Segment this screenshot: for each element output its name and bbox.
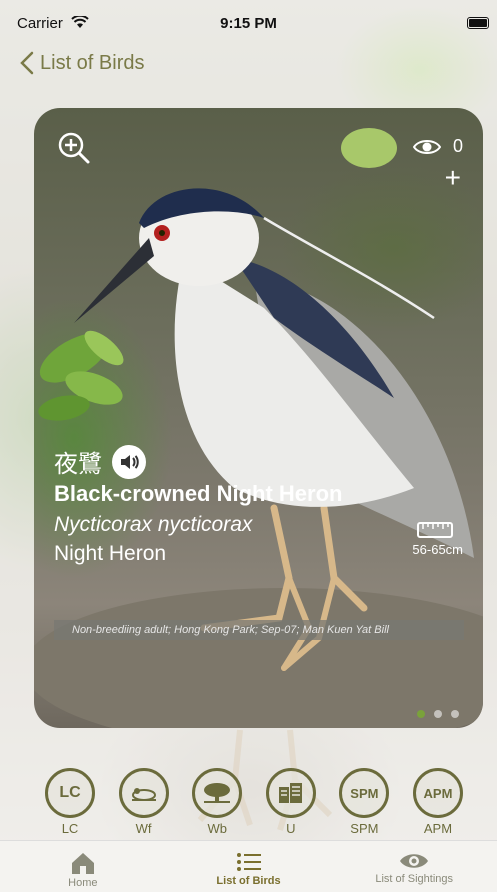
badge-label: APM: [423, 821, 453, 836]
badge-label: Wf: [135, 821, 152, 836]
chinese-name-row: 夜鷺: [54, 444, 146, 479]
plus-icon: +: [444, 162, 461, 193]
tab-label: List of Sightings: [375, 873, 453, 885]
eye-icon: [412, 139, 441, 154]
play-sound-button[interactable]: [112, 444, 146, 479]
common-name: Night Heron: [54, 542, 167, 565]
list-icon: [236, 853, 261, 871]
page-dot[interactable]: [451, 710, 459, 718]
chevron-left-icon: [20, 51, 34, 75]
spm-icon: SPM: [339, 768, 390, 818]
chinese-name: 夜鷺: [54, 450, 102, 478]
zoom-in-icon[interactable]: [56, 130, 92, 166]
page-indicator[interactable]: [417, 710, 459, 718]
navigation-bar: List of Birds: [0, 48, 497, 92]
clock: 9:15 PM: [220, 15, 277, 32]
badge-lc[interactable]: LC LC: [44, 768, 96, 838]
badge-label: Wb: [207, 821, 227, 836]
badge-wf[interactable]: Wf: [118, 768, 170, 838]
speaker-icon: [121, 454, 139, 469]
apm-icon: APM: [412, 768, 463, 818]
ruler-icon: [417, 522, 453, 538]
tab-bar: Home List of Birds List of Sightings: [0, 840, 497, 892]
tab-list-of-sightings[interactable]: List of Sightings: [331, 841, 497, 892]
status-badges: LC LC Wf Wb U SPM SPM APM APM: [44, 768, 464, 838]
woodland-icon: [192, 768, 243, 818]
bird-card[interactable]: 0 + 夜鷺 Black-crowned Night Heron Nyctico…: [34, 108, 483, 728]
photo-caption: Non-breediing adult; Hong Kong Park; Sep…: [54, 620, 464, 640]
badge-u[interactable]: U: [265, 768, 317, 838]
lc-icon: LC: [45, 768, 95, 818]
badge-spm[interactable]: SPM SPM: [338, 768, 390, 838]
add-sighting-button[interactable]: +: [445, 164, 461, 192]
back-label: List of Birds: [40, 51, 145, 74]
tab-label: Home: [68, 877, 98, 889]
scientific-name: Nycticorax nycticorax: [54, 513, 253, 536]
badge-apm[interactable]: APM APM: [412, 768, 464, 838]
english-name: Black-crowned Night Heron: [54, 481, 343, 506]
status-bar: Carrier 9:15 PM: [0, 0, 497, 48]
size-label: 56-65cm: [412, 542, 463, 557]
urban-icon: [265, 768, 316, 818]
back-button[interactable]: List of Birds: [20, 48, 144, 78]
eye-icon: [400, 854, 429, 868]
home-icon: [71, 853, 94, 874]
badge-label: LC: [61, 821, 79, 836]
badge-label: U: [286, 821, 296, 836]
wetland-bird-icon: [118, 768, 169, 818]
tab-list-of-birds[interactable]: List of Birds: [166, 841, 332, 892]
sightings-counter: 0: [412, 136, 463, 157]
view-count: 0: [452, 136, 463, 156]
page-dot[interactable]: [417, 710, 425, 718]
tab-home[interactable]: Home: [0, 841, 166, 892]
battery-icon: [467, 17, 489, 29]
badge-wb[interactable]: Wb: [191, 768, 243, 838]
tab-label: List of Birds: [216, 875, 281, 887]
page-dot[interactable]: [434, 710, 442, 718]
badge-label: SPM: [350, 821, 379, 836]
